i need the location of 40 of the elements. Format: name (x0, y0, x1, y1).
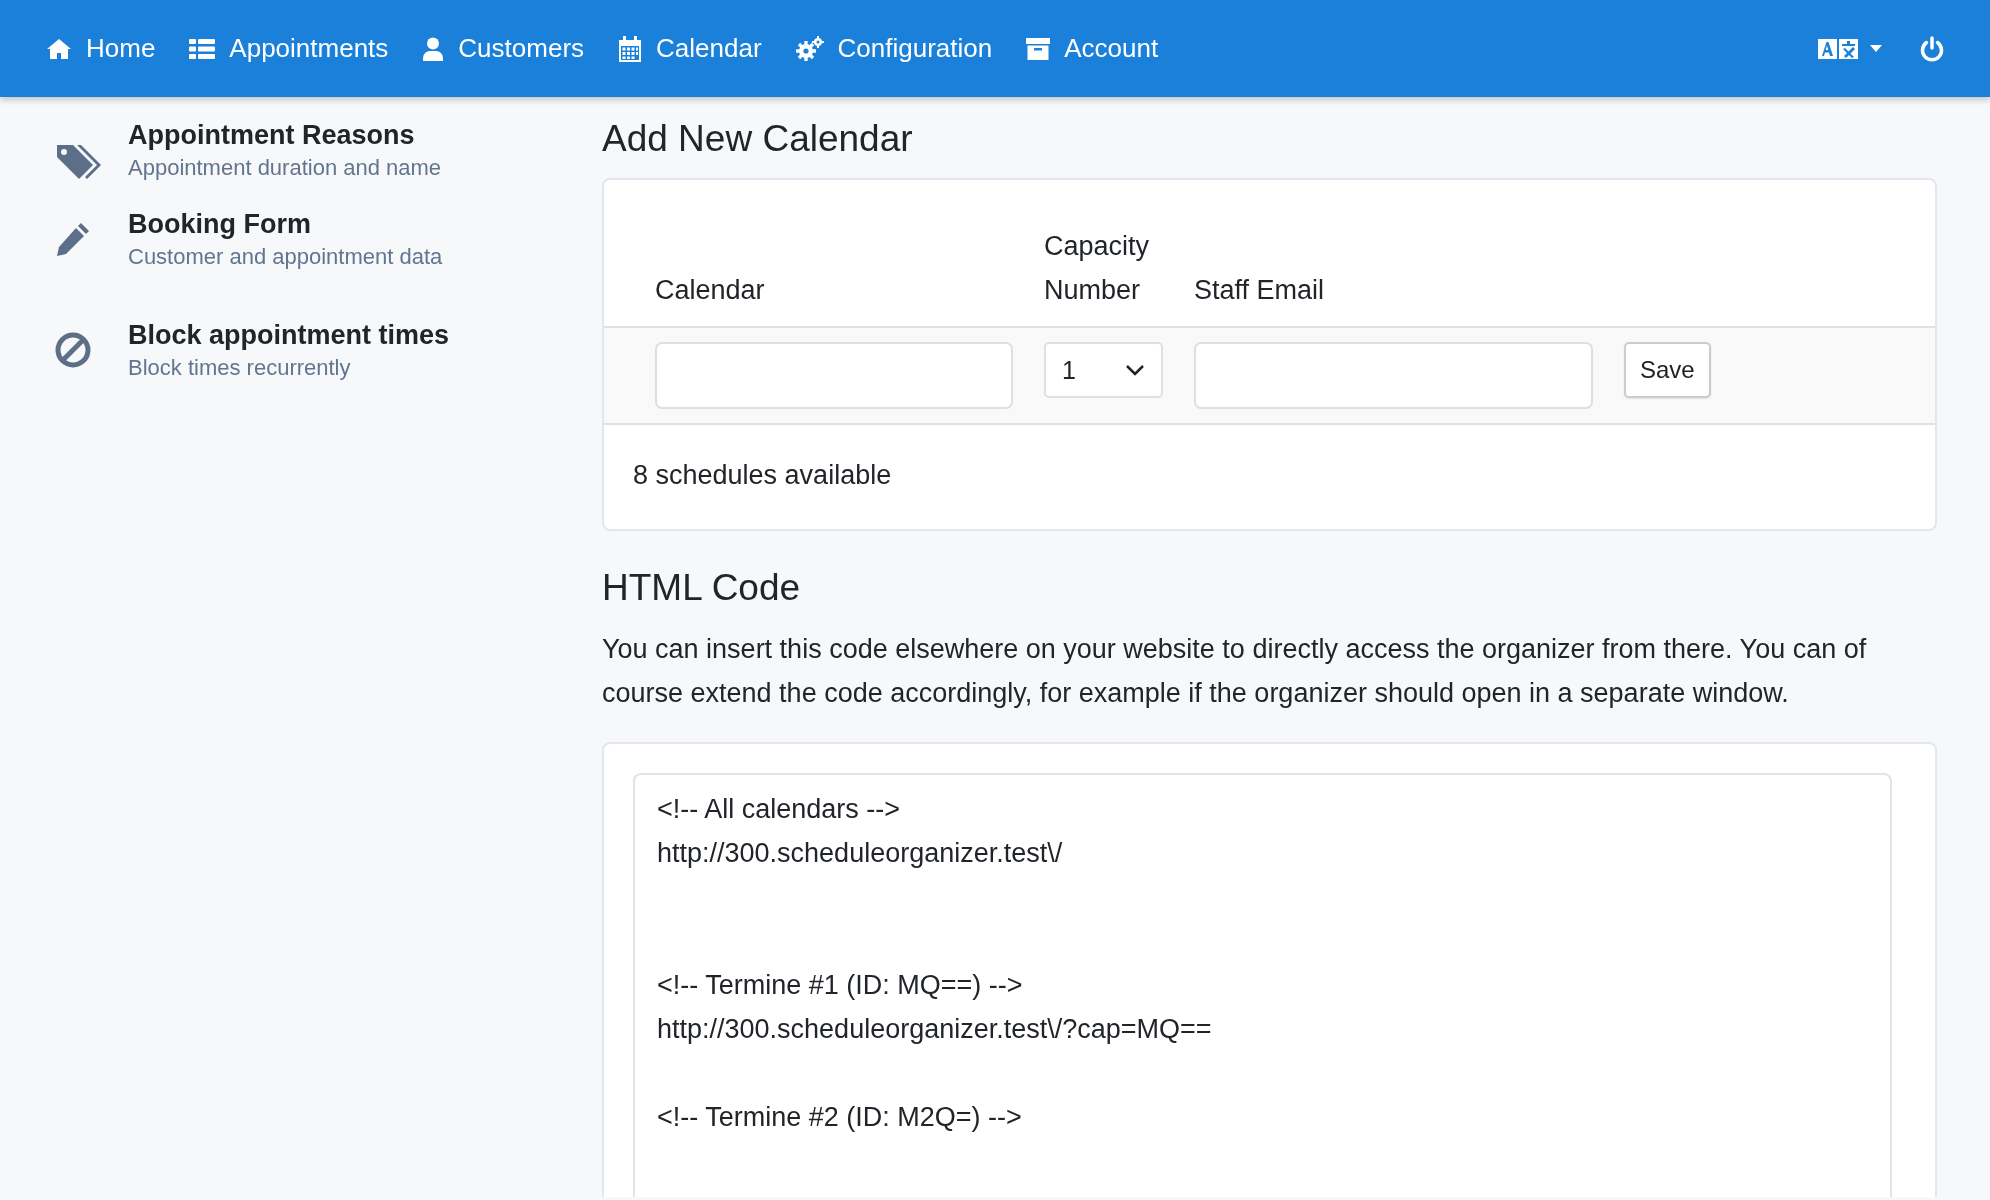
language-dropdown[interactable] (1818, 38, 1882, 59)
caret-icon (1870, 45, 1882, 52)
schedules-count: 8 schedules available (632, 459, 893, 492)
menu-item-subtitle: Customer and appointment data (128, 242, 444, 271)
gears-icon (795, 35, 824, 62)
nav-link[interactable]: Appointments (189, 33, 389, 64)
settings-menu-item[interactable]: Appointment Reasons Appointment duration and name (55, 93, 602, 183)
nav-link[interactable]: Account (1026, 33, 1159, 64)
power-icon[interactable] (1920, 35, 1944, 62)
nav-link[interactable]: Configuration (795, 33, 993, 64)
column-header: Calendar (655, 274, 766, 307)
settings-menu-item[interactable]: Booking Form Customer and appointment data (55, 183, 602, 294)
nav-link[interactable]: Customers (422, 33, 585, 64)
archive-icon (1026, 37, 1051, 60)
calendar-icon (618, 35, 643, 62)
pencil-icon (55, 220, 91, 257)
menu-item-title: Block appointment times (128, 318, 451, 352)
section-heading: HTML Code (602, 566, 802, 610)
staff-email-input[interactable] (1194, 342, 1593, 409)
nav-link[interactable]: Calendar (618, 33, 762, 64)
save-button[interactable]: Save (1624, 342, 1711, 398)
column-header: Staff Email (1194, 274, 1326, 307)
capacity-select[interactable]: 1 (1044, 342, 1163, 398)
ban-icon (55, 331, 91, 368)
description-text: You can insert this code elsewhere on your website to directly access the organizer from there. You can of course extend the code accordingly, for example if the organizer should open in a separate window. (602, 633, 1868, 710)
code-textarea[interactable]: <!-- All calendars --> http://300.scheduleorganizer.test\/ <!-- Termine #1 (ID: MQ==) --> http://300.scheduleorganizer.test\/?cap=MQ== <!-- Termine #2 (ID: M2Q=) --> (633, 773, 1892, 1197)
calendar-input[interactable] (655, 342, 1013, 409)
chevron-down-icon (1125, 364, 1145, 376)
settings-menu-item[interactable]: Block appointment times Block times recurrently (55, 294, 602, 405)
nav-link[interactable]: Home (46, 33, 156, 64)
menu-item-subtitle: Appointment duration and name (128, 154, 443, 182)
menu-item-title: Appointment Reasons (128, 119, 416, 152)
menu-item-title: Booking Form (128, 207, 312, 241)
column-header: Capacity Number (1044, 230, 1151, 307)
section-heading: Add New Calendar (602, 117, 914, 161)
list-icon (189, 37, 216, 60)
user-icon (422, 36, 445, 61)
translate-icon (1818, 38, 1860, 59)
menu-item-subtitle: Block times recurrently (128, 353, 352, 382)
home-icon (46, 37, 72, 60)
